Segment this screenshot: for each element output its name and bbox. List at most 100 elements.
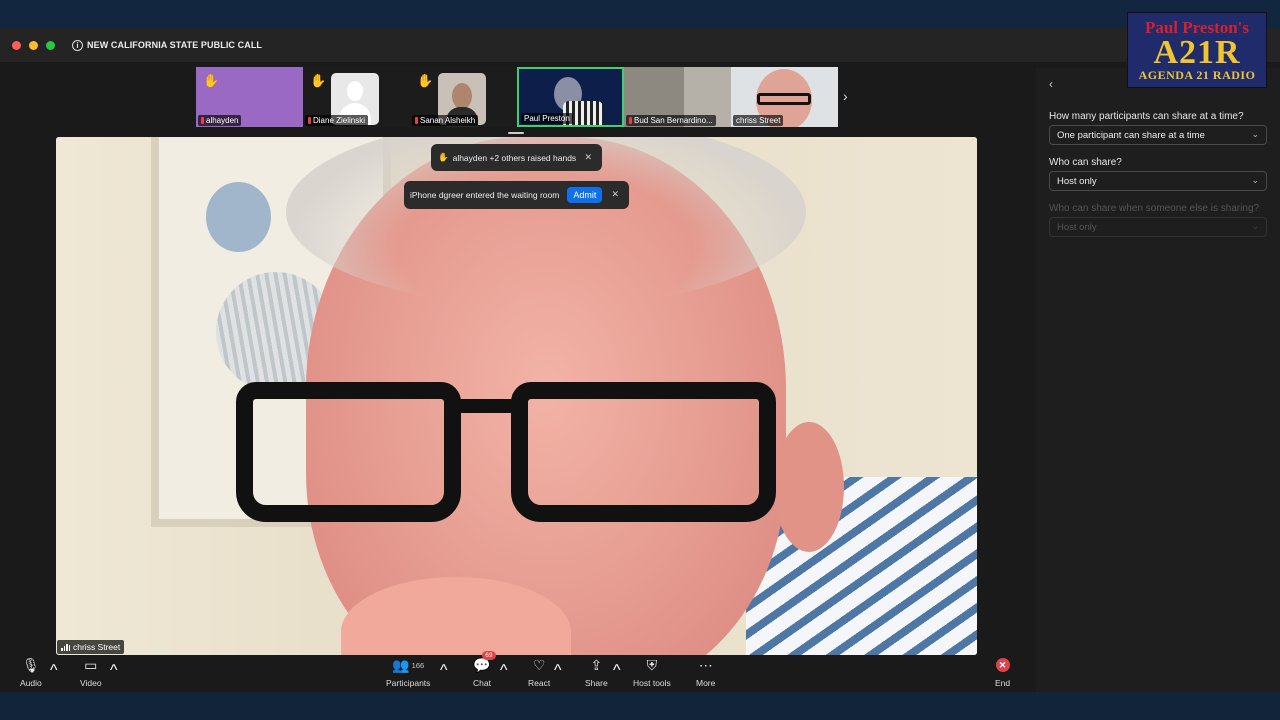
raised-hands-notification[interactable]: ✋ alhayden +2 others raised hands ✕ — [431, 144, 602, 171]
thumbnail-paul-preston[interactable]: Paul Preston — [517, 67, 624, 127]
microphone-icon: 🎙 — [21, 656, 40, 673]
thumbnail-diane-zielinski[interactable]: ✋ Diane Zielinski — [303, 67, 410, 127]
speaker-name-tag: chriss Street — [57, 640, 125, 654]
thumbnail-name-tag: alhayden — [198, 115, 242, 126]
thumbnail-sanan-alsheikh[interactable]: ✋ Sanan Alsheikh — [410, 67, 517, 127]
share-screen-icon: ⇪ — [590, 656, 603, 673]
muted-mic-icon — [415, 117, 418, 124]
title-bar: i NEW CALIFORNIA STATE PUBLIC CALL — [0, 28, 1280, 62]
zoom-window: i NEW CALIFORNIA STATE PUBLIC CALL ✋ alh… — [0, 28, 1280, 692]
video-speaker-ear — [774, 422, 844, 552]
thumbnail-name-tag: Sanan Alsheikh — [412, 115, 479, 126]
thumbnail-name-tag: chriss Street — [733, 115, 784, 126]
strip-page-indicator — [508, 132, 524, 134]
more-label: More — [696, 678, 716, 688]
who-can-share-select[interactable]: Host only ⌄ — [1049, 171, 1267, 191]
meeting-toolbar: 🎙 Audio ^ ▭ Video ^ 👥 166 Participants ^ … — [0, 651, 1035, 692]
audio-button[interactable]: 🎙 Audio — [20, 656, 42, 689]
participants-label: Participants — [386, 678, 431, 688]
thumbnail-name: chriss Street — [736, 116, 781, 125]
waiting-room-notification: iPhone dgreer entered the waiting room A… — [404, 181, 629, 209]
video-options-chevron-icon[interactable]: ^ — [110, 662, 118, 680]
react-options-chevron-icon[interactable]: ^ — [554, 662, 562, 680]
logo-line-3: AGENDA 21 RADIO — [1138, 67, 1256, 82]
close-window-button[interactable] — [12, 40, 21, 50]
video-glasses-right — [511, 382, 776, 522]
muted-mic-icon — [201, 117, 204, 124]
thumbnail-name: Sanan Alsheikh — [420, 116, 476, 125]
shield-icon: ⛨ — [646, 656, 658, 673]
chevron-down-icon: ⌄ — [1251, 175, 1259, 185]
logo-line-2: A21R — [1153, 33, 1241, 71]
share-count-select[interactable]: One participant can share at a time ⌄ — [1049, 125, 1267, 145]
muted-mic-icon — [629, 117, 632, 124]
more-button[interactable]: ⋯ More — [696, 656, 716, 689]
close-icon[interactable]: ✕ — [611, 189, 619, 200]
active-speaker-video[interactable] — [56, 137, 977, 655]
who-can-share-value: Host only — [1057, 176, 1097, 187]
video-label: Video — [80, 678, 102, 688]
heart-icon: ♡ — [532, 656, 546, 673]
desktop-background-bottom — [0, 692, 1280, 720]
avatar-head-shape — [347, 81, 363, 101]
waiting-room-text: iPhone dgreer entered the waiting room — [410, 190, 560, 200]
raised-hands-text: alhayden +2 others raised hands — [452, 152, 577, 163]
video-glasses-left — [236, 382, 461, 522]
share-count-question: How many participants can share at a tim… — [1049, 111, 1244, 122]
glasses-shape — [757, 93, 811, 105]
raised-hand-icon: ✋ — [438, 152, 449, 162]
chat-unread-badge: 69 — [482, 651, 496, 660]
participants-button[interactable]: 👥 166 Participants — [386, 656, 431, 689]
thumbnail-name-tag: Diane Zielinski — [305, 115, 369, 126]
raised-hand-icon: ✋ — [417, 73, 434, 88]
react-button[interactable]: ♡ React — [528, 656, 551, 689]
thumbnail-name: Diane Zielinski — [313, 116, 366, 125]
thumbnail-bud-san-bernardino[interactable]: Bud San Bernardino... — [624, 67, 731, 127]
minimize-window-button[interactable] — [29, 40, 38, 50]
share-count-value: One participant can share at a time — [1057, 130, 1205, 141]
participants-count: 166 — [411, 660, 425, 670]
close-icon[interactable]: ✕ — [584, 152, 592, 163]
raised-hand-icon: ✋ — [310, 73, 327, 88]
chat-button[interactable]: 💬 69 Chat — [473, 651, 496, 688]
participants-options-chevron-icon[interactable]: ^ — [440, 662, 448, 680]
react-label: React — [528, 678, 551, 688]
chat-icon: 💬 69 — [473, 651, 496, 674]
share-while-sharing-select: Host only ⌄ — [1049, 217, 1267, 237]
end-button[interactable]: ✕ End — [995, 656, 1010, 688]
end-icon: ✕ — [995, 656, 1010, 674]
host-tools-label: Host tools — [633, 678, 671, 688]
chevron-down-icon: ⌄ — [1251, 221, 1259, 231]
audio-label: Audio — [20, 678, 42, 688]
chat-label: Chat — [473, 678, 491, 688]
end-label: End — [995, 678, 1011, 688]
who-can-share-question: Who can share? — [1049, 157, 1122, 168]
audio-options-chevron-icon[interactable]: ^ — [50, 662, 58, 680]
share-button[interactable]: ⇪ Share — [585, 656, 608, 689]
meeting-info-icon[interactable]: i — [72, 39, 83, 51]
chevron-right-icon[interactable]: › — [843, 88, 848, 104]
thumbnail-alhayden[interactable]: ✋ alhayden — [196, 67, 303, 127]
thumbnail-name: Bud San Bernardino... — [634, 116, 713, 125]
agenda-21-radio-logo: Paul Preston's A21R AGENDA 21 RADIO — [1127, 12, 1267, 88]
back-chevron-icon[interactable]: ‹ — [1049, 77, 1053, 91]
more-icon: ⋯ — [698, 656, 713, 673]
video-camera-icon: ▭ — [84, 656, 98, 673]
thumbnail-name: alhayden — [206, 116, 239, 125]
host-tools-button[interactable]: ⛨ Host tools — [633, 656, 671, 689]
thumbnail-name: Paul Preston — [524, 114, 570, 123]
muted-mic-icon — [308, 117, 311, 124]
maximize-window-button[interactable] — [46, 40, 55, 50]
thumbnail-name-tag: Paul Preston — [521, 113, 573, 124]
share-while-sharing-value: Host only — [1057, 222, 1097, 233]
video-shell-decoration — [206, 182, 271, 252]
chat-options-chevron-icon[interactable]: ^ — [500, 662, 508, 680]
participants-icon: 👥 166 — [392, 656, 425, 673]
desktop-background-top — [0, 0, 1280, 28]
thumbnail-chriss-street[interactable]: chriss Street — [731, 67, 838, 127]
thumbnail-name-tag: Bud San Bernardino... — [626, 115, 716, 126]
video-button[interactable]: ▭ Video — [80, 656, 102, 689]
audio-level-icon — [61, 643, 70, 651]
share-options-chevron-icon[interactable]: ^ — [613, 662, 621, 680]
admit-button[interactable]: Admit — [567, 187, 603, 203]
